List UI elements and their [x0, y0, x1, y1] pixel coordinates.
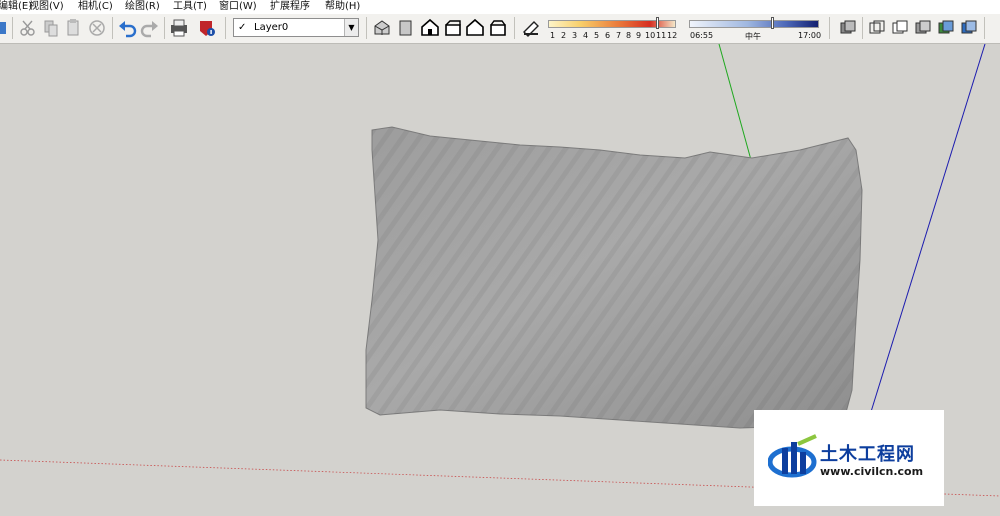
menu-view[interactable]: 视图(V): [29, 0, 64, 14]
toolbar-separator: [112, 17, 113, 39]
toolbar-separator: [164, 17, 165, 39]
toolbar-separator: [225, 17, 226, 39]
month-tick: 3: [572, 31, 578, 40]
month-tick: 4: [583, 31, 589, 40]
xray-style-icon[interactable]: [838, 17, 858, 39]
toolbar-separator: [984, 17, 985, 39]
model-info-shield-icon[interactable]: [196, 17, 218, 39]
pillow-model[interactable]: [365, 126, 863, 429]
time-slider[interactable]: [689, 20, 819, 28]
menu-edit[interactable]: 编辑(E): [0, 0, 32, 14]
civilcn-logo-icon: [768, 434, 817, 478]
back-view-icon[interactable]: [465, 17, 485, 39]
top-view-icon[interactable]: [396, 17, 416, 39]
menu-tools[interactable]: 工具(T): [173, 0, 207, 14]
toolbar-separator: [829, 17, 830, 39]
month-tick: 8: [626, 31, 632, 40]
layer-name: Layer0: [254, 22, 289, 33]
shaded-textures-style-icon[interactable]: [936, 17, 956, 39]
menu-help[interactable]: 帮助(H): [325, 0, 360, 14]
month-tick: 10: [645, 31, 656, 40]
undo-icon[interactable]: [116, 17, 138, 39]
cut-icon[interactable]: [18, 17, 38, 39]
wireframe-style-icon[interactable]: [867, 17, 887, 39]
chevron-down-icon[interactable]: ▼: [344, 19, 358, 36]
print-icon[interactable]: [168, 17, 190, 39]
front-view-icon[interactable]: [420, 17, 440, 39]
active-layer-check: ✓: [238, 22, 247, 33]
toolbar-separator: [514, 17, 515, 39]
watermark-logo: 土木工程网 www.civilcn.com: [754, 410, 944, 506]
toolbar-separator: [366, 17, 367, 39]
time-start-label: 06:55: [690, 31, 714, 40]
iso-view-icon[interactable]: [372, 17, 392, 39]
month-tick: 5: [594, 31, 600, 40]
time-noon-label: 中午: [745, 32, 761, 41]
erase-icon[interactable]: [86, 17, 108, 39]
month-tick: 12: [667, 31, 678, 40]
menu-draw[interactable]: 绘图(R): [125, 0, 160, 14]
toolbar-separator: [862, 17, 863, 39]
month-tick: 2: [561, 31, 567, 40]
watermark-url: www.civilcn.com: [820, 465, 924, 478]
left-view-icon[interactable]: [488, 17, 508, 39]
blue-axis: [869, 44, 986, 416]
month-tick: 9: [636, 31, 642, 40]
shaded-style-icon[interactable]: [913, 17, 933, 39]
time-slider-thumb[interactable]: [771, 17, 774, 29]
model-info-icon[interactable]: [0, 17, 8, 39]
month-slider-thumb[interactable]: [656, 17, 659, 29]
toolbar-separator: [12, 17, 13, 39]
green-axis: [718, 44, 752, 161]
shadows-icon[interactable]: [520, 17, 542, 39]
menu-extensions[interactable]: 扩展程序: [270, 0, 310, 14]
month-tick: 6: [605, 31, 611, 40]
copy-icon[interactable]: [41, 17, 61, 39]
paste-icon[interactable]: [64, 17, 82, 39]
watermark-name: 土木工程网: [820, 444, 915, 465]
right-view-icon[interactable]: [443, 17, 463, 39]
menu-window[interactable]: 窗口(W): [219, 0, 257, 14]
menu-bar: 编辑(E) 视图(V) 相机(C) 绘图(R) 工具(T) 窗口(W) 扩展程序…: [0, 0, 1000, 14]
time-end-label: 17:00: [798, 31, 822, 40]
monochrome-style-icon[interactable]: [959, 17, 979, 39]
hidden-line-style-icon[interactable]: [890, 17, 910, 39]
month-tick: 11: [656, 31, 667, 40]
month-tick: 1: [550, 31, 556, 40]
month-tick: 7: [616, 31, 622, 40]
redo-icon[interactable]: [139, 17, 161, 39]
layer-select[interactable]: ✓ Layer0 ▼: [233, 18, 359, 37]
menu-camera[interactable]: 相机(C): [78, 0, 113, 14]
toolbar: ✓ Layer0 ▼ 1 2 3 4 5 6 7 8 9 10 11 12 06…: [0, 14, 1000, 44]
